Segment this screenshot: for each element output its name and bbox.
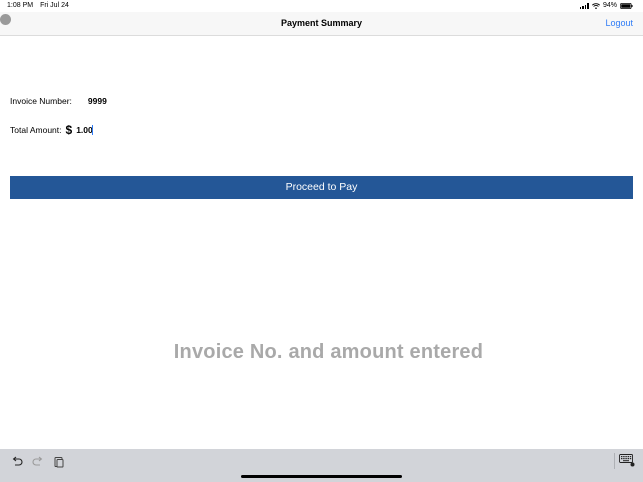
paste-icon[interactable]	[52, 455, 66, 469]
invoice-number-row: Invoice Number: 9999	[10, 96, 107, 106]
invoice-number-label: Invoice Number:	[10, 96, 72, 106]
invoice-number-value: 9999	[87, 96, 107, 106]
proceed-to-pay-button[interactable]: Proceed to Pay	[10, 176, 633, 199]
keyboard-dismiss-icon[interactable]	[619, 454, 635, 467]
screenshot-caption: Invoice No. and amount entered	[173, 341, 484, 363]
undo-icon[interactable]	[10, 455, 24, 469]
currency-symbol: $	[65, 123, 73, 137]
status-right: 94%	[579, 0, 633, 12]
keyboard-bar-divider	[614, 453, 615, 469]
wifi-icon	[591, 3, 600, 9]
payment-summary-screen: 1:08 PM Fri Jul 24 94% Payment Summary L…	[0, 0, 643, 482]
status-date: Fri Jul 24	[40, 2, 69, 9]
redo-icon[interactable]	[31, 455, 45, 469]
battery-icon	[620, 3, 633, 9]
total-amount-input[interactable]: 1.00	[76, 125, 93, 135]
text-caret	[91, 125, 93, 135]
total-amount-row: Total Amount: $ 1.00	[10, 123, 93, 137]
logout-button[interactable]: Logout	[605, 12, 633, 35]
status-bar: 1:08 PM Fri Jul 24 94%	[0, 0, 643, 12]
battery-percent: 94%	[602, 2, 617, 9]
total-amount-label: Total Amount:	[10, 125, 62, 135]
signal-icon	[579, 3, 589, 9]
status-left: 1:08 PM Fri Jul 24	[7, 0, 69, 12]
page-title: Payment Summary	[280, 18, 363, 28]
navigation-bar: Payment Summary Logout	[0, 12, 643, 36]
status-time: 1:08 PM	[7, 2, 34, 9]
home-indicator[interactable]	[241, 475, 402, 478]
